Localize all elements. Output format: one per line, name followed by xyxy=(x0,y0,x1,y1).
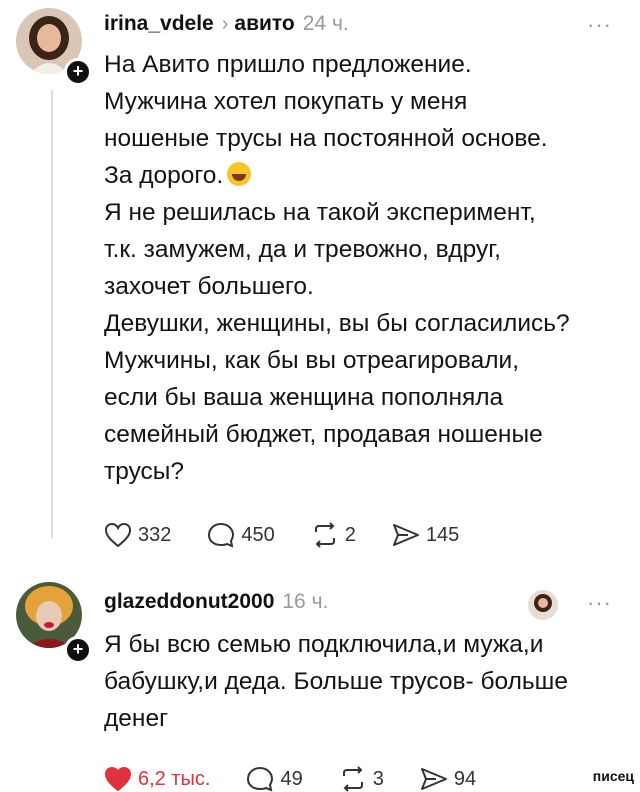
share-count: 145 xyxy=(425,523,460,546)
comment-button[interactable]: 49 xyxy=(246,766,303,792)
post-header: irina_vdele › авито 24 ч. xyxy=(104,10,349,38)
post-time: 16 ч. xyxy=(282,590,329,613)
action-bar: 332 450 2 145 xyxy=(104,522,495,548)
text-line: Мужчина хотел покупать у меня xyxy=(104,88,468,115)
send-icon xyxy=(392,524,419,546)
community-name[interactable]: авито xyxy=(234,12,294,36)
like-button[interactable]: 332 xyxy=(104,522,171,548)
username[interactable]: irina_vdele xyxy=(104,12,214,36)
post-time: 24 ч. xyxy=(302,12,349,35)
username[interactable]: glazeddonut2000 xyxy=(104,590,274,614)
thread-line xyxy=(51,90,53,538)
repost-count: 2 xyxy=(344,523,356,546)
comment-button[interactable]: 450 xyxy=(207,522,275,548)
post-header: glazeddonut2000 16 ч. xyxy=(104,588,328,616)
text-line: На Авито пришло предложение. xyxy=(104,51,472,78)
text-line: трусы? xyxy=(104,458,185,485)
text-line: если бы ваша женщина пополняла xyxy=(104,384,504,411)
comment-count: 450 xyxy=(241,523,275,546)
repost-count: 3 xyxy=(372,767,384,790)
chevron-right-icon: › xyxy=(221,12,229,35)
text-line: Девушки, женщины, вы бы согласились? xyxy=(104,310,570,337)
more-options-icon[interactable]: ··· xyxy=(587,12,612,38)
post-card: + irina_vdele › авито 24 ч. ··· На Авито… xyxy=(0,0,640,570)
like-count: 6,2 тыс. xyxy=(138,767,211,790)
comment-bubble-icon xyxy=(247,766,274,792)
text-line: семейный бюджет, продавая ношеные xyxy=(104,421,543,448)
text-line: Мужчины, как бы вы отреагировали, xyxy=(104,347,520,374)
post-text: На Авито пришло предложение. Мужчина хот… xyxy=(104,46,624,490)
repost-button[interactable]: 3 xyxy=(339,766,384,792)
comment-count: 49 xyxy=(280,767,303,790)
text-line: т.к. замужем, да и тревожно, вдруг, xyxy=(104,236,501,263)
sweat-smile-emoji-icon xyxy=(227,162,252,186)
text-line: бабушку,и деда. Больше трусов- больше xyxy=(104,668,568,695)
repost-button[interactable]: 2 xyxy=(311,522,356,548)
text-line: денег xyxy=(104,705,169,732)
text-line: За дорого. xyxy=(104,157,624,194)
repost-icon xyxy=(342,766,363,792)
text-line-content: За дорого. xyxy=(104,162,224,189)
follow-plus-icon[interactable]: + xyxy=(64,58,92,86)
heart-filled-icon xyxy=(104,766,132,792)
share-button[interactable]: 94 xyxy=(420,766,476,792)
follow-plus-icon[interactable]: + xyxy=(64,636,92,664)
text-line: Я не решилась на такой эксперимент, xyxy=(104,199,536,226)
share-count: 94 xyxy=(453,767,477,790)
send-icon xyxy=(420,768,447,790)
reply-text: Я бы всю семью подключила,и мужа,и бабуш… xyxy=(104,626,624,737)
like-button[interactable]: 6,2 тыс. xyxy=(104,766,210,792)
text-line: Я бы всю семью подключила,и мужа,и xyxy=(104,631,544,658)
text-line: ношеные трусы на постоянной основе. xyxy=(104,125,548,152)
reply-author-avatar[interactable] xyxy=(528,590,558,620)
reply-card: + glazeddonut2000 16 ч. ··· Я бы всю сем… xyxy=(0,578,640,792)
watermark: писец xyxy=(592,768,634,784)
repost-icon xyxy=(314,522,335,548)
like-count: 332 xyxy=(138,523,172,546)
share-button[interactable]: 145 xyxy=(392,522,459,548)
text-line: захочет большего. xyxy=(104,273,314,300)
comment-bubble-icon xyxy=(208,522,235,548)
more-options-icon[interactable]: ··· xyxy=(587,590,612,616)
heart-icon xyxy=(104,522,132,548)
action-bar: 6,2 тыс. 49 3 94 xyxy=(104,766,512,792)
